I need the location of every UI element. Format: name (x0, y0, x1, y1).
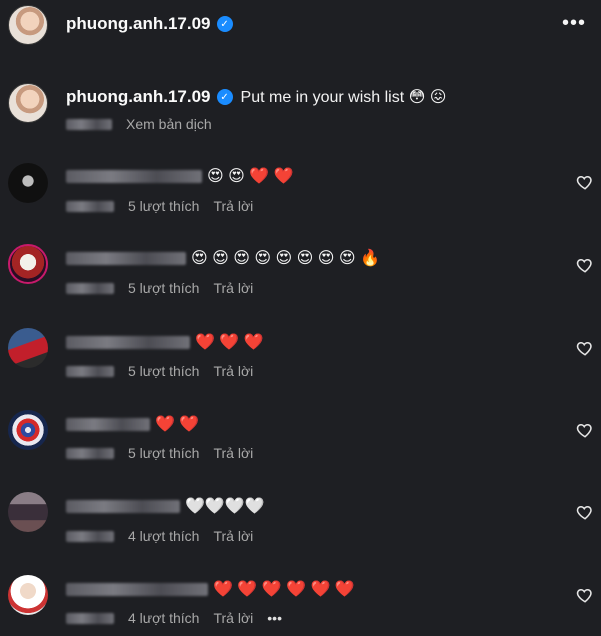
comment-username-redacted[interactable] (66, 169, 202, 183)
verified-badge-icon: ✓ (216, 16, 233, 32)
comment-header: 😍 😍 😍 😍 😍 😍 😍 😍 🔥 (66, 248, 380, 268)
reply-button[interactable]: Trả lời (213, 445, 253, 461)
reply-button[interactable]: Trả lời (213, 610, 253, 626)
heart-outline-icon[interactable] (576, 421, 594, 439)
heart-outline-icon[interactable] (576, 586, 594, 604)
comment-avatar[interactable] (8, 492, 48, 532)
heart-outline-icon[interactable] (576, 503, 594, 521)
verified-badge-icon: ✓ (216, 89, 233, 105)
caption-author-username[interactable]: phuong.anh.17.09 (66, 87, 211, 107)
comment-username-redacted[interactable] (66, 582, 208, 596)
reply-button[interactable]: Trả lời (213, 528, 253, 544)
heart-outline-icon[interactable] (576, 173, 594, 191)
comment-time-redacted (66, 365, 114, 377)
caption-author-avatar[interactable] (8, 83, 48, 123)
comment-text: ❤️ ❤️ (155, 416, 200, 433)
comment-username-redacted[interactable] (66, 417, 150, 431)
comment-username-redacted[interactable] (66, 251, 186, 265)
comment-likes[interactable]: 4 lượt thích (128, 610, 199, 626)
comment-avatar[interactable] (8, 244, 48, 284)
heart-outline-icon[interactable] (576, 256, 594, 274)
post-header: phuong.anh.17.09 ✓ ••• (0, 0, 601, 50)
comment-meta: 5 lượt thích Trả lời (66, 363, 253, 379)
comment-time-redacted (66, 530, 114, 542)
comment-likes[interactable]: 5 lượt thích (128, 198, 199, 214)
comment-text: ❤️ ❤️ ❤️ (195, 334, 264, 351)
reply-button[interactable]: Trả lời (213, 363, 253, 379)
comment-time-redacted (66, 282, 114, 294)
comment-text: 😍 😍 ❤️ ❤️ (207, 168, 294, 185)
comment-likes[interactable]: 4 lượt thích (128, 528, 199, 544)
comment-avatar[interactable] (8, 328, 48, 368)
caption-timestamp-redacted (66, 118, 112, 130)
translate-link[interactable]: Xem bản dịch (126, 116, 212, 132)
comment-header: 😍 😍 ❤️ ❤️ (66, 166, 294, 186)
post-author-avatar[interactable] (8, 5, 48, 45)
comment-time-redacted (66, 447, 114, 459)
heart-outline-icon[interactable] (576, 339, 594, 357)
post-author-username[interactable]: phuong.anh.17.09 (66, 14, 211, 34)
comment-header: ❤️ ❤️ ❤️ (66, 332, 264, 352)
comment-likes[interactable]: 5 lượt thích (128, 280, 199, 296)
caption-meta: Xem bản dịch (66, 116, 212, 132)
comment-meta: 5 lượt thích Trả lời (66, 198, 253, 214)
comment-text: 😍 😍 😍 😍 😍 😍 😍 😍 🔥 (191, 250, 380, 267)
comment-more-icon[interactable]: ••• (267, 610, 282, 626)
comment-time-redacted (66, 200, 114, 212)
comment-time-redacted (66, 612, 114, 624)
comment-header: ❤️ ❤️ ❤️ ❤️ ❤️ ❤️ (66, 579, 355, 599)
comment-username-redacted[interactable] (66, 499, 180, 513)
more-options-icon[interactable]: ••• (562, 12, 586, 35)
comment-avatar[interactable] (8, 410, 48, 450)
comment-header: ❤️ ❤️ (66, 414, 199, 434)
reply-button[interactable]: Trả lời (213, 198, 253, 214)
post-author-username-row[interactable]: phuong.anh.17.09 ✓ (66, 14, 233, 34)
comment-meta: 5 lượt thích Trả lời (66, 445, 253, 461)
comment-text: 🤍🤍🤍🤍 (185, 498, 265, 515)
caption-text: Put me in your wish list 😳 😖 (240, 89, 447, 106)
comment-text: ❤️ ❤️ ❤️ ❤️ ❤️ ❤️ (213, 581, 355, 598)
comment-username-redacted[interactable] (66, 335, 190, 349)
reply-button[interactable]: Trả lời (213, 280, 253, 296)
comment-likes[interactable]: 5 lượt thích (128, 445, 199, 461)
comment-meta: 4 lượt thích Trả lời ••• (66, 610, 282, 626)
comment-likes[interactable]: 5 lượt thích (128, 363, 199, 379)
comment-header: 🤍🤍🤍🤍 (66, 496, 265, 516)
comment-meta: 4 lượt thích Trả lời (66, 528, 253, 544)
caption-row: phuong.anh.17.09 ✓ Put me in your wish l… (66, 87, 446, 107)
comment-avatar[interactable] (8, 575, 48, 615)
comment-avatar[interactable] (8, 163, 48, 203)
comment-meta: 5 lượt thích Trả lời (66, 280, 253, 296)
